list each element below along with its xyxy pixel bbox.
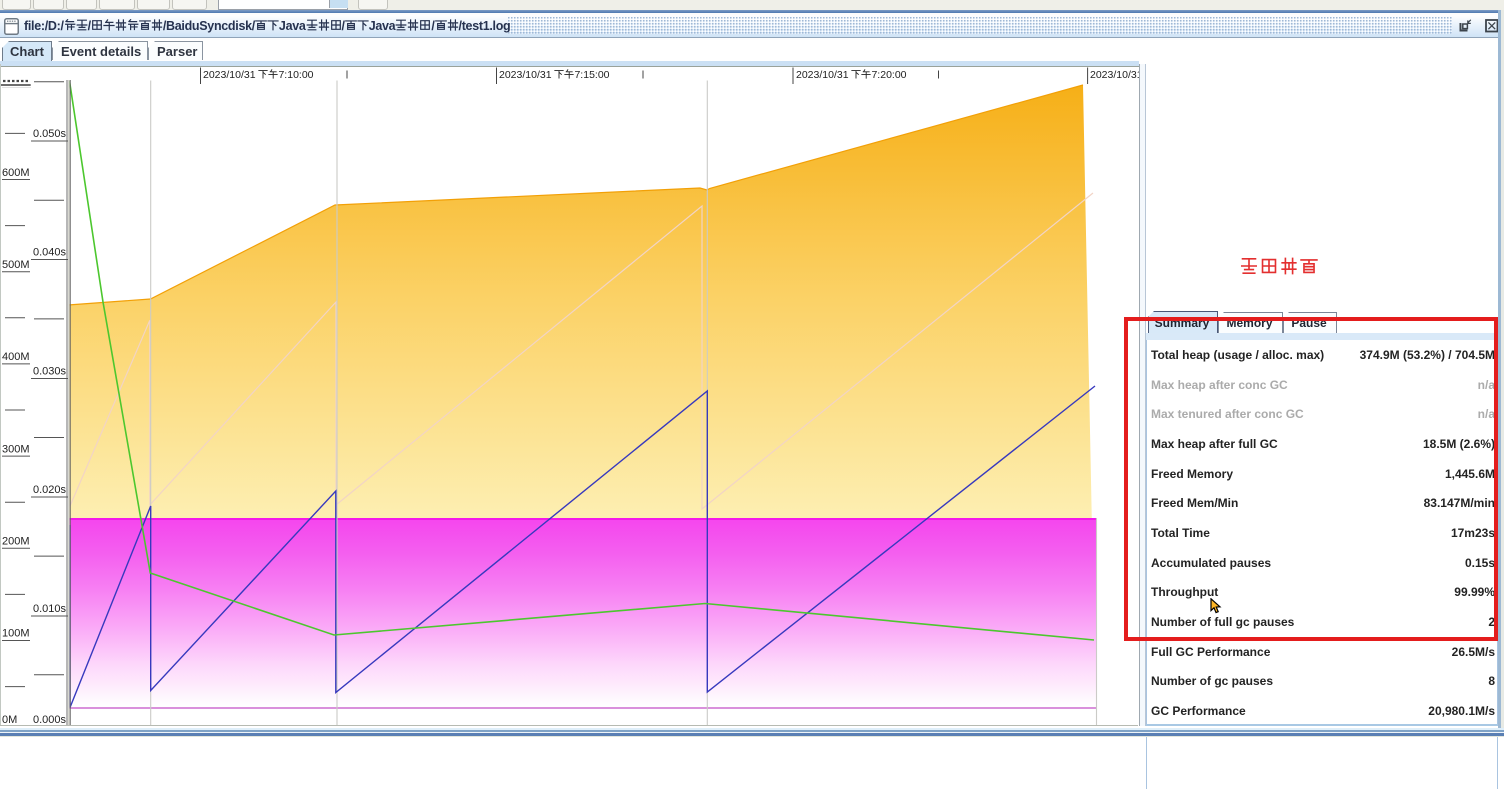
svg-text:0.010s: 0.010s bbox=[33, 603, 67, 615]
svg-text:100M: 100M bbox=[2, 628, 30, 640]
svg-text:600M: 600M bbox=[2, 167, 30, 179]
svg-text:500M: 500M bbox=[2, 259, 30, 271]
svg-text:200M: 200M bbox=[2, 536, 30, 548]
svg-text:0.020s: 0.020s bbox=[33, 484, 67, 496]
svg-text:400M: 400M bbox=[2, 351, 30, 363]
svg-text:0.040s: 0.040s bbox=[33, 247, 67, 259]
svg-text:300M: 300M bbox=[2, 444, 30, 456]
svg-text:0.030s: 0.030s bbox=[33, 366, 67, 378]
svg-text:0.050s: 0.050s bbox=[33, 128, 67, 140]
